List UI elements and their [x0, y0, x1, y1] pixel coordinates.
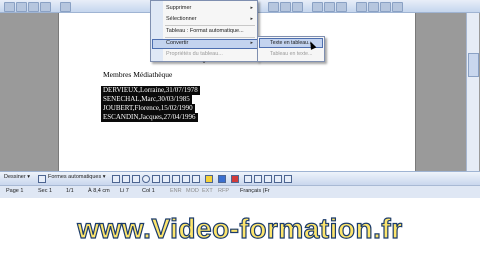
chevron-right-icon: ▸ [250, 16, 253, 22]
status-position: À 8,4 cm [88, 188, 110, 194]
shadow-style-icon[interactable] [274, 175, 282, 183]
selected-text-line[interactable]: DERVIEUX,Lorraine,31/07/1978 [101, 86, 200, 95]
status-mode-ext[interactable]: EXT [202, 188, 213, 194]
menu-item-texte-en-tableau[interactable]: Texte en tableau... [270, 40, 312, 46]
toolbar-button-icon[interactable] [268, 2, 279, 12]
menu-item-format-automatique[interactable]: Tableau : Format automatique... [166, 28, 244, 34]
wordart-icon[interactable] [162, 175, 170, 183]
toolbar-button-icon[interactable] [40, 2, 51, 12]
menu-item-tableau-en-texte[interactable]: Tableau en texte... [270, 51, 312, 57]
draw-menu-button[interactable]: Dessiner ▾ [4, 174, 30, 180]
fill-color-icon[interactable] [205, 175, 213, 183]
toolbar-button-icon[interactable] [336, 2, 347, 12]
menu-item-proprietes[interactable]: Propriétés du tableau... [166, 51, 223, 57]
oval-icon[interactable] [142, 175, 150, 183]
diagram-icon[interactable] [172, 175, 180, 183]
menu-separator [165, 25, 255, 26]
selected-text-line[interactable]: ESCANDIN,Jacques,27/04/1996 [101, 113, 198, 122]
chevron-right-icon: ▸ [250, 40, 253, 46]
line-style-icon[interactable] [244, 175, 252, 183]
arrow-style-icon[interactable] [264, 175, 272, 183]
menu-item-supprimer[interactable]: Supprimer [166, 5, 191, 11]
status-page-count: 1/1 [66, 188, 74, 194]
status-bar: Page 1 Sec 1 1/1 À 8,4 cm Li 7 Col 1 ENR… [0, 185, 480, 198]
autoshapes-menu-button[interactable]: Formes automatiques ▾ [48, 174, 105, 180]
watermark-text: www.Video-formation.fr [77, 212, 403, 244]
arrow-icon[interactable] [122, 175, 130, 183]
word-window: Membres Médiathèque DERVIEUX,Lorraine,31… [0, 0, 480, 198]
table-menu: Supprimer ▸ Sélectionner ▸ Tableau : For… [150, 0, 258, 62]
toolbar-button-icon[interactable] [324, 2, 335, 12]
select-objects-icon[interactable] [38, 175, 46, 183]
toolbar-button-icon[interactable] [392, 2, 403, 12]
toolbar-button-icon[interactable] [16, 2, 27, 12]
toolbar-button-icon[interactable] [368, 2, 379, 12]
scrollbar-thumb[interactable] [468, 53, 479, 77]
status-mode-rfp[interactable]: RFP [218, 188, 229, 194]
text-box-icon[interactable] [152, 175, 160, 183]
status-line: Li 7 [120, 188, 129, 194]
status-mode-enr[interactable]: ENR [170, 188, 182, 194]
document-title: Membres Médiathèque [103, 70, 173, 79]
status-mode-mod[interactable]: MOD [186, 188, 199, 194]
toolbar-button-icon[interactable] [4, 2, 15, 12]
toolbar-button-icon[interactable] [60, 2, 71, 12]
drawing-toolbar: Dessiner ▾ Formes automatiques ▾ [0, 171, 480, 185]
menu-item-convertir[interactable]: Convertir [166, 40, 188, 46]
toolbar-button-icon[interactable] [312, 2, 323, 12]
status-page: Page 1 [6, 188, 24, 194]
rectangle-icon[interactable] [132, 175, 140, 183]
toolbar-button-icon[interactable] [28, 2, 39, 12]
toolbar-button-icon[interactable] [280, 2, 291, 12]
selected-text-line[interactable]: SENECHAL,Marc,30/03/1985 [101, 95, 192, 104]
toolbar-button-icon[interactable] [292, 2, 303, 12]
clipart-icon[interactable] [182, 175, 190, 183]
vertical-scrollbar[interactable] [466, 13, 479, 171]
convertir-submenu: Texte en tableau... Tableau en texte... [257, 36, 325, 62]
status-language: Français (Fr [240, 188, 270, 194]
3d-style-icon[interactable] [284, 175, 292, 183]
status-section: Sec 1 [38, 188, 53, 194]
line-icon[interactable] [112, 175, 120, 183]
status-column: Col 1 [142, 188, 155, 194]
menu-item-selectionner[interactable]: Sélectionner [166, 16, 197, 22]
picture-icon[interactable] [192, 175, 200, 183]
expand-menu-icon[interactable]: ⌄ [199, 58, 209, 65]
menu-separator [165, 37, 255, 38]
chevron-right-icon: ▸ [250, 5, 253, 11]
dash-style-icon[interactable] [254, 175, 262, 183]
font-color-icon[interactable] [231, 175, 239, 183]
menu-icon-strip [151, 1, 163, 61]
toolbar-button-icon[interactable] [380, 2, 391, 12]
toolbar-button-icon[interactable] [356, 2, 367, 12]
line-color-icon[interactable] [218, 175, 226, 183]
selected-text-line[interactable]: JOUBERT,Florence,15/02/1990 [101, 104, 195, 113]
